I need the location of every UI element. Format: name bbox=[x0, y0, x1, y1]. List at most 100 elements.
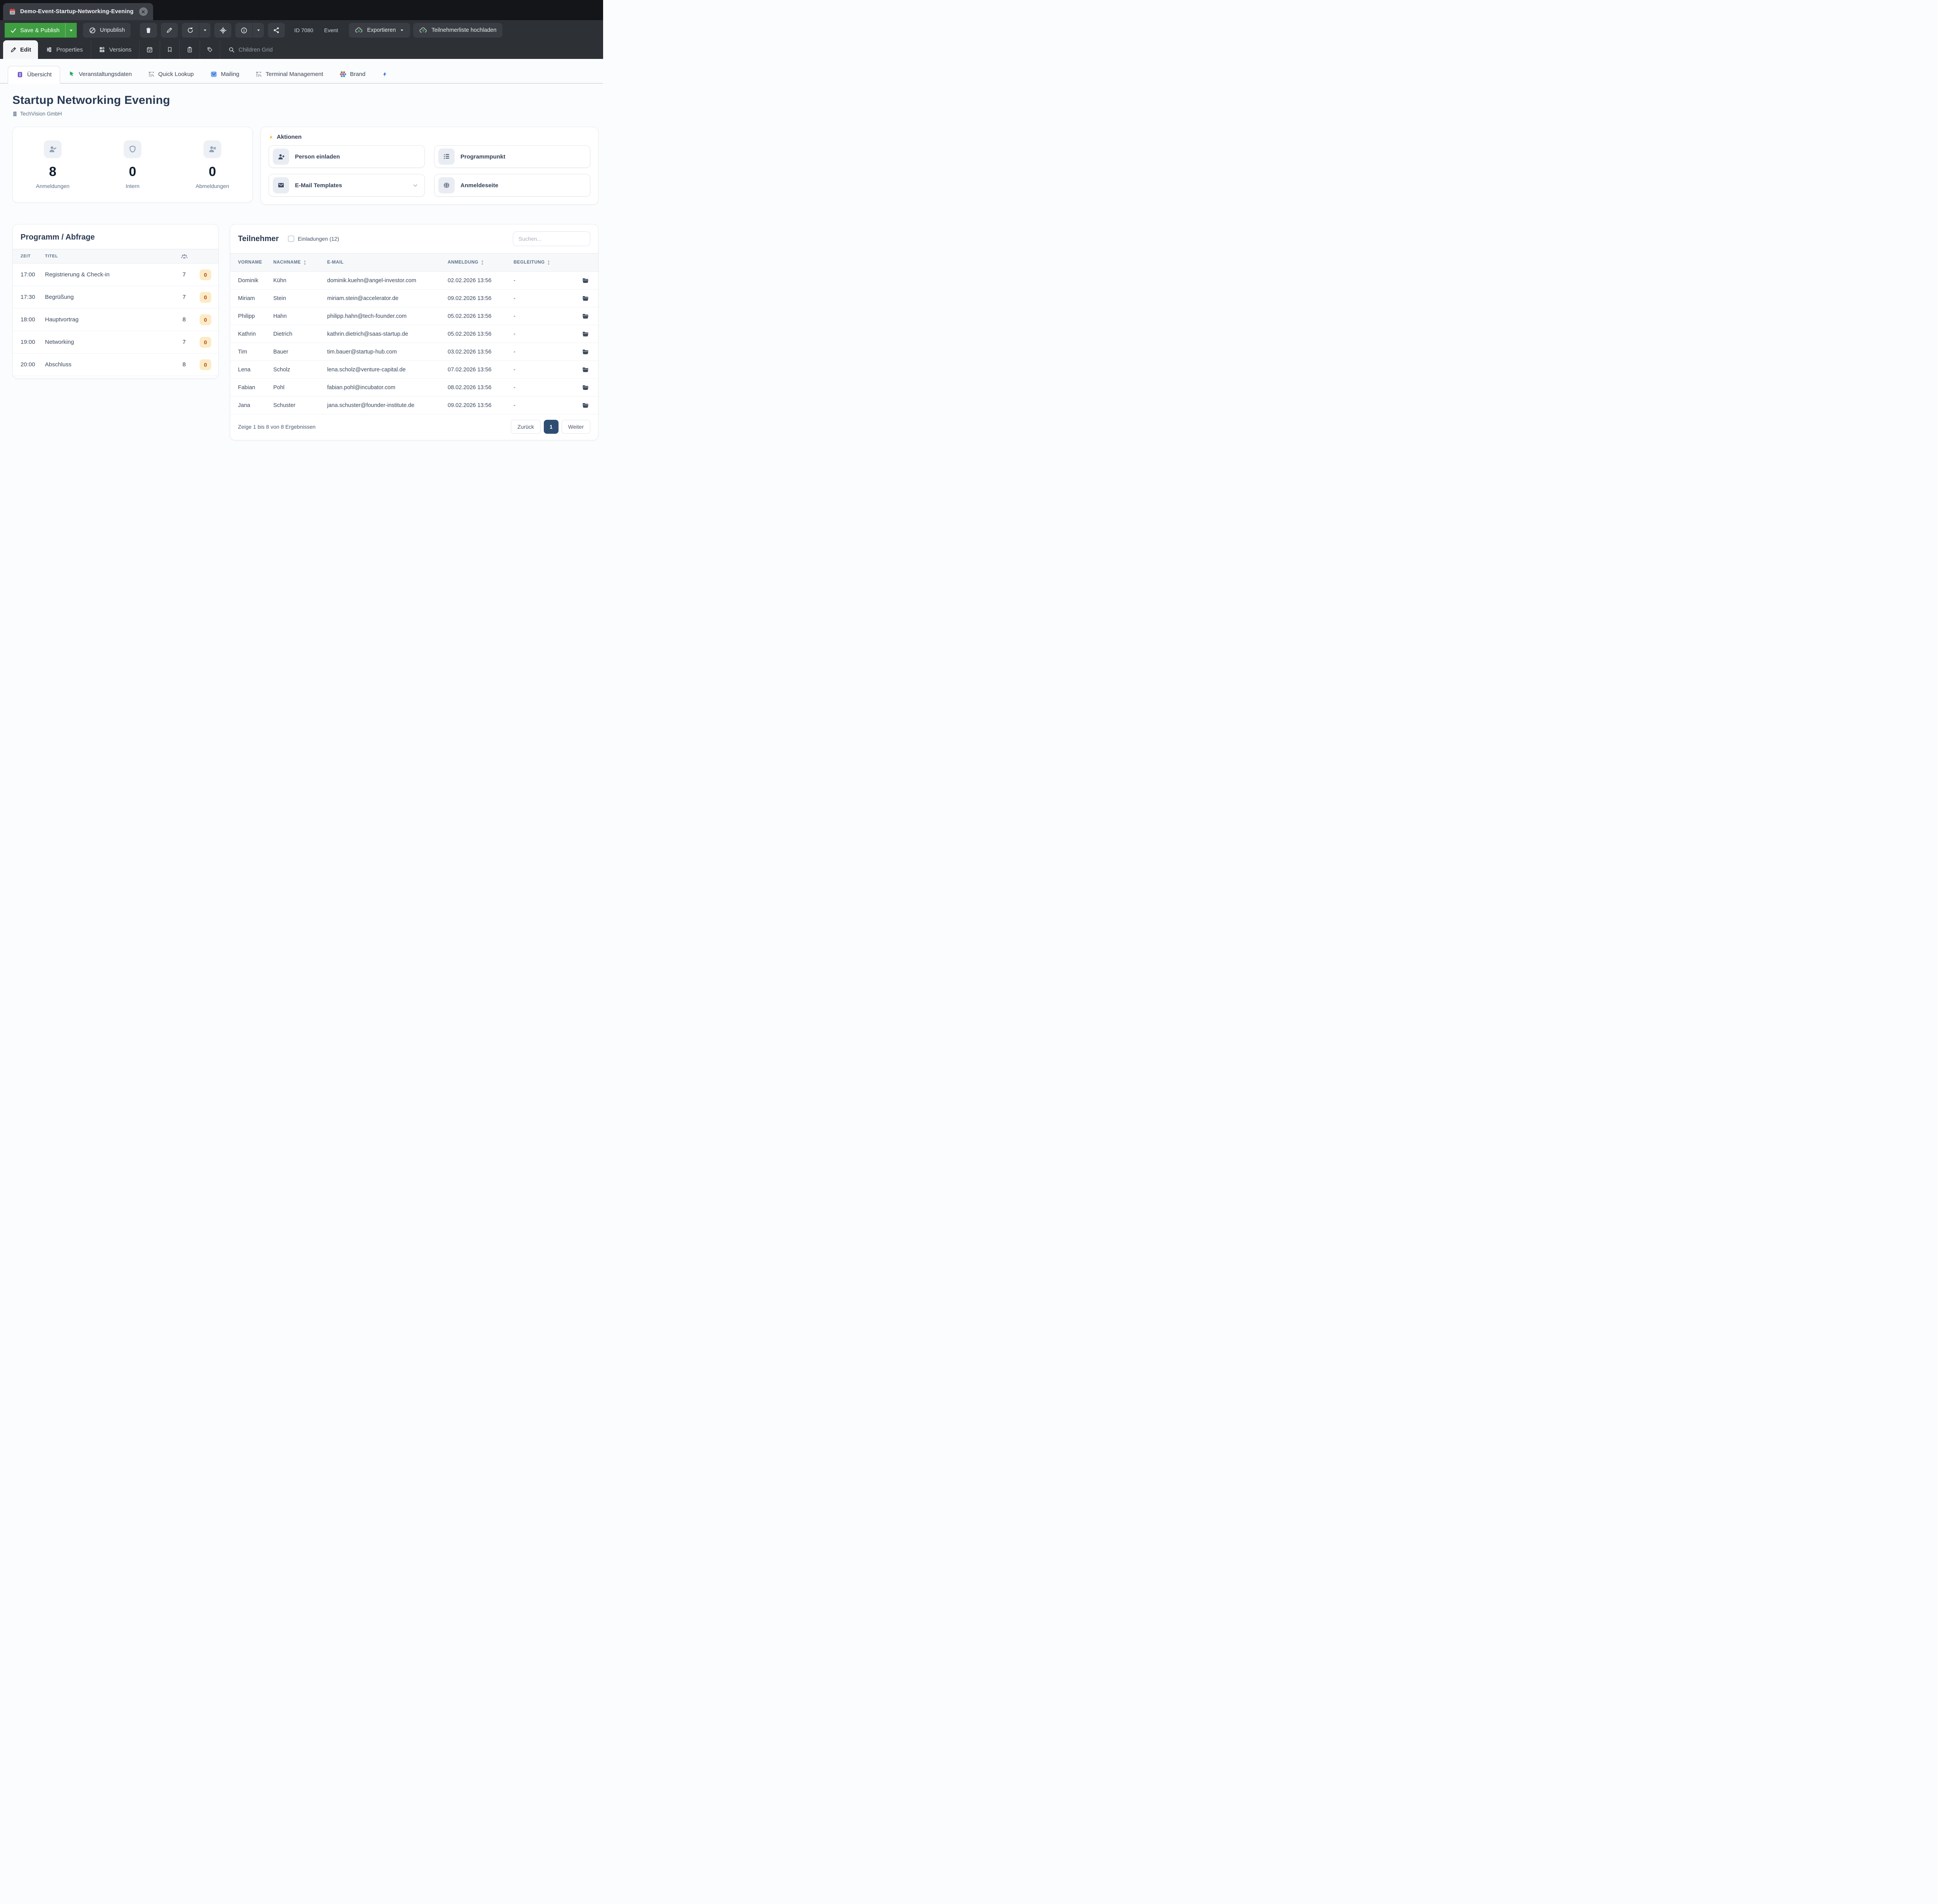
export-label: Exportieren bbox=[367, 27, 396, 33]
stat-value: 8 bbox=[49, 164, 57, 179]
participant-begleitung: - bbox=[514, 385, 568, 391]
folder-icon[interactable] bbox=[568, 331, 598, 337]
stat-label: Intern bbox=[126, 183, 140, 189]
invitations-filter[interactable]: Einladungen (12) bbox=[288, 236, 339, 242]
reload-options-caret[interactable] bbox=[199, 23, 210, 38]
program-status-badge: 0 bbox=[200, 292, 211, 303]
save-options-caret[interactable] bbox=[65, 23, 77, 38]
search-icon bbox=[228, 46, 235, 53]
tab-edit[interactable]: Edit bbox=[3, 40, 38, 59]
object-id: ID 7080 bbox=[294, 27, 313, 33]
tags-button[interactable] bbox=[200, 40, 220, 59]
tab-mailing[interactable]: Mailing bbox=[202, 65, 248, 83]
participant-row[interactable]: Dominik Kühn dominik.kuehn@angel-investo… bbox=[230, 272, 598, 290]
export-button[interactable]: Exportieren bbox=[349, 23, 410, 38]
participant-vorname: Philipp bbox=[230, 313, 273, 319]
tab-uebersicht[interactable]: Übersicht bbox=[8, 66, 60, 84]
program-row[interactable]: 18:00 Hauptvortrag 8 0 bbox=[13, 309, 218, 331]
einladungen-checkbox[interactable] bbox=[288, 236, 294, 242]
program-participant-count: 7 bbox=[176, 294, 193, 300]
locate-in-tree-button[interactable] bbox=[214, 23, 231, 38]
chevron-down-icon bbox=[412, 183, 418, 188]
program-row[interactable]: 20:00 Abschluss 8 0 bbox=[13, 354, 218, 376]
program-item-title: Registrierung & Check-in bbox=[45, 271, 176, 278]
search-input[interactable] bbox=[513, 231, 590, 246]
program-status-badge: 0 bbox=[200, 269, 211, 280]
pagination-prev-button[interactable]: Zurück bbox=[511, 420, 541, 434]
participant-nachname: Hahn bbox=[273, 313, 327, 319]
tab-shortcut-bolt[interactable] bbox=[374, 65, 396, 83]
notes-button[interactable] bbox=[180, 40, 200, 59]
document-tab-bar: Demo-Event-Startup-Networking-Evening bbox=[0, 0, 603, 20]
participants-table-header: VORNAME NACHNAME E-MAIL ANMELDUNG BEGLEI… bbox=[230, 253, 598, 272]
program-time: 19:00 bbox=[13, 339, 45, 345]
document-tab[interactable]: Demo-Event-Startup-Networking-Evening bbox=[3, 3, 153, 20]
children-grid-search[interactable]: Children Grid bbox=[220, 40, 280, 59]
col-nachname[interactable]: NACHNAME bbox=[273, 260, 327, 265]
unpublish-button[interactable]: Unpublish bbox=[83, 23, 131, 38]
schedule-button[interactable] bbox=[140, 40, 160, 59]
col-email[interactable]: E-MAIL bbox=[327, 260, 448, 265]
bookmark-button[interactable] bbox=[160, 40, 179, 59]
col-begleitung[interactable]: BEGLEITUNG bbox=[514, 260, 568, 265]
folder-icon[interactable] bbox=[568, 295, 598, 301]
participant-row[interactable]: Jana Schuster jana.schuster@founder-inst… bbox=[230, 397, 598, 414]
program-item-button[interactable]: Programmpunkt bbox=[434, 145, 590, 168]
participant-begleitung: - bbox=[514, 367, 568, 373]
participant-vorname: Fabian bbox=[230, 385, 273, 391]
participant-row[interactable]: Kathrin Dietrich kathrin.dietrich@saas-s… bbox=[230, 325, 598, 343]
save-publish-button[interactable]: Save & Publish bbox=[5, 23, 65, 38]
main-toolbar: Save & Publish Unpublish ID bbox=[0, 20, 603, 40]
participant-vorname: Jana bbox=[230, 402, 273, 409]
participant-email: fabian.pohl@incubator.com bbox=[327, 385, 448, 391]
folder-icon[interactable] bbox=[568, 278, 598, 283]
delete-button[interactable] bbox=[140, 23, 157, 38]
rename-button[interactable] bbox=[161, 23, 178, 38]
tab-brand[interactable]: Brand bbox=[331, 65, 374, 83]
participant-row[interactable]: Philipp Hahn philipp.hahn@tech-founder.c… bbox=[230, 307, 598, 325]
pencil-icon bbox=[166, 27, 173, 34]
actions-title: Aktionen bbox=[277, 134, 302, 140]
pagination-page-1[interactable]: 1 bbox=[544, 420, 559, 434]
program-item-title: Begrüßung bbox=[45, 294, 176, 300]
tab-uebersicht-label: Übersicht bbox=[27, 71, 52, 78]
tab-quick-lookup[interactable]: Quick Lookup bbox=[140, 65, 202, 83]
program-time: 17:30 bbox=[13, 294, 45, 300]
participant-email: kathrin.dietrich@saas-startup.de bbox=[327, 331, 448, 337]
email-templates-button[interactable]: E-Mail Templates bbox=[269, 174, 425, 197]
program-row[interactable]: 19:00 Networking 7 0 bbox=[13, 331, 218, 354]
info-options-caret[interactable] bbox=[252, 23, 264, 38]
info-button[interactable] bbox=[235, 23, 252, 38]
upload-participants-button[interactable]: Teilnehmerliste hochladen bbox=[413, 23, 502, 38]
tab-terminal-management[interactable]: Terminal Management bbox=[247, 65, 331, 83]
participant-row[interactable]: Miriam Stein miriam.stein@accelerator.de… bbox=[230, 290, 598, 307]
col-vorname[interactable]: VORNAME bbox=[230, 260, 273, 265]
invite-person-button[interactable]: Person einladen bbox=[269, 145, 425, 168]
email-templates-label: E-Mail Templates bbox=[295, 182, 342, 189]
folder-icon[interactable] bbox=[568, 385, 598, 390]
folder-icon[interactable] bbox=[568, 349, 598, 355]
pagination-next-button[interactable]: Weiter bbox=[562, 420, 590, 434]
tab-veranstaltungsdaten[interactable]: Veranstaltungsdaten bbox=[60, 65, 140, 83]
participant-row[interactable]: Lena Scholz lena.scholz@venture-capital.… bbox=[230, 361, 598, 379]
participant-nachname: Dietrich bbox=[273, 331, 327, 337]
col-anmeldung[interactable]: ANMELDUNG bbox=[448, 260, 514, 265]
tab-properties[interactable]: Properties bbox=[38, 40, 90, 59]
unpublish-label: Unpublish bbox=[100, 27, 125, 33]
share-button[interactable] bbox=[268, 23, 285, 38]
program-row[interactable]: 17:30 Begrüßung 7 0 bbox=[13, 286, 218, 309]
participants-card: Teilnehmer Einladungen (12) VORNAME NACH… bbox=[230, 224, 598, 440]
participant-anmeldung: 05.02.2026 13:56 bbox=[448, 313, 514, 319]
folder-icon[interactable] bbox=[568, 313, 598, 319]
program-row[interactable]: 17:00 Registrierung & Check-in 7 0 bbox=[13, 264, 218, 286]
qr-icon bbox=[255, 71, 262, 78]
registration-page-button[interactable]: Anmeldeseite bbox=[434, 174, 590, 197]
participant-row[interactable]: Fabian Pohl fabian.pohl@incubator.com 08… bbox=[230, 379, 598, 397]
participant-row[interactable]: Tim Bauer tim.bauer@startup-hub.com 03.0… bbox=[230, 343, 598, 361]
reload-button[interactable] bbox=[182, 23, 199, 38]
folder-icon[interactable] bbox=[568, 402, 598, 408]
participant-email: tim.bauer@startup-hub.com bbox=[327, 349, 448, 355]
tab-versions[interactable]: Versions bbox=[91, 40, 140, 59]
folder-icon[interactable] bbox=[568, 367, 598, 373]
close-icon[interactable] bbox=[139, 7, 148, 16]
